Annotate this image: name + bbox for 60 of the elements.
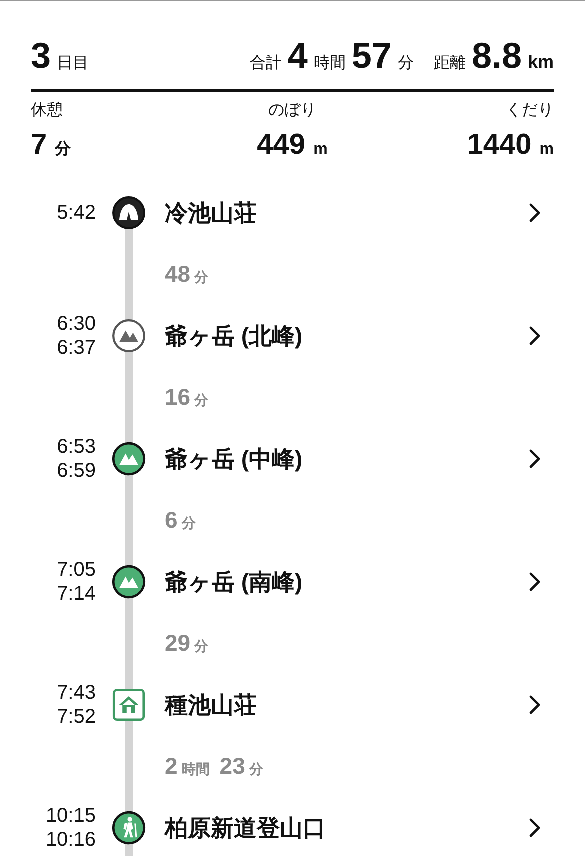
place-name[interactable]: 爺ヶ岳 (北峰) [162,320,303,352]
time-text: 6:37 [57,336,96,360]
tent-icon [112,196,146,230]
place-name[interactable]: 爺ヶ岳 (中峰) [162,444,303,474]
hiker-icon [112,811,146,845]
duration-unit: 分 [182,515,196,533]
stat-label: くだり [506,101,554,121]
chevron-icon[interactable] [528,448,542,470]
total-time-value: 4 [288,35,308,77]
chevron-icon[interactable] [528,202,542,224]
stat-value: 449 [257,129,306,162]
mountain-icon [112,442,146,476]
duration-unit: 分 [194,392,209,410]
total-label: 合計 [250,54,282,74]
chevron-icon[interactable] [528,571,542,593]
time-text: 7:52 [57,705,96,729]
stat-unit: 分 [55,140,72,160]
time-text: 10:16 [46,828,96,852]
time-text: 7:05 [57,558,96,582]
day-number: 3 [31,35,52,77]
stat-label: のぼり [268,101,316,121]
place-name[interactable]: 種池山荘 [162,690,257,720]
stat-unit: m [314,141,328,159]
total-time-value: 57 [352,35,392,77]
time-text: 6:59 [57,459,96,483]
time-text: 6:30 [57,312,96,336]
day-unit: 日目 [57,54,90,74]
distance-value: 8.8 [472,35,522,77]
duration-value: 16 [165,384,191,411]
chevron-icon[interactable] [528,694,542,716]
total-time-unit: 分 [398,54,414,74]
duration-value: 6 [165,507,178,534]
total-time-unit: 時間 [314,54,346,74]
duration-unit: 時間 [182,761,210,779]
stat-label: 休憩 [31,101,64,121]
place-name[interactable]: 柏原新道登山口 [162,812,326,844]
distance-unit: km [528,52,554,73]
time-text: 10:15 [46,804,96,828]
duration-unit: 分 [194,269,209,287]
house-icon [112,688,146,722]
stat-unit: m [540,141,554,159]
duration-value: 2 [165,753,178,780]
duration-value: 23 [220,753,246,780]
mountain-icon [112,565,146,599]
duration-value: 29 [165,630,191,657]
time-text: 5:42 [57,201,96,225]
duration-unit: 分 [194,638,209,656]
time-text: 6:53 [57,435,96,459]
time-text: 7:14 [57,582,96,606]
mountain-icon [112,319,146,353]
stat-value: 1440 [467,129,532,162]
stat-value: 7 [31,129,48,162]
distance-label: 距離 [434,54,466,74]
place-name[interactable]: 爺ヶ岳 (南峰) [162,566,303,598]
duration-value: 48 [165,261,191,288]
place-name[interactable]: 冷池山荘 [162,198,257,228]
duration-unit: 分 [249,761,264,779]
chevron-icon[interactable] [528,817,542,839]
chevron-icon[interactable] [528,325,542,347]
time-text: 7:43 [57,681,96,705]
